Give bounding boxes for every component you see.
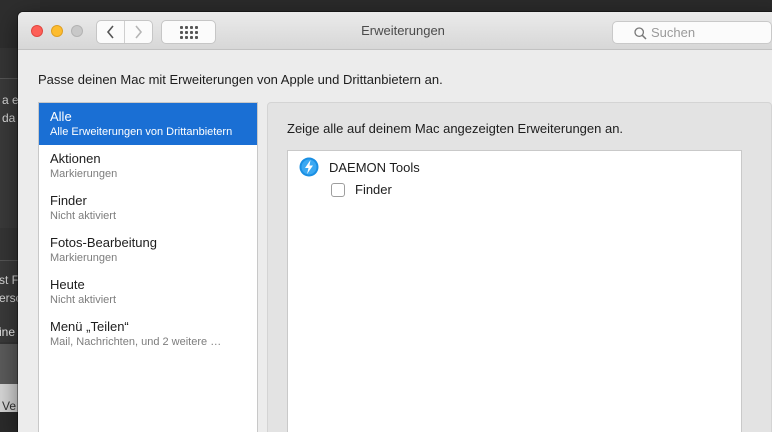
extensions-detail-panel: Zeige alle auf deinem Mac angezeigten Er… — [267, 102, 772, 432]
sidebar-item-finder[interactable]: Finder Nicht aktiviert — [39, 187, 257, 229]
sidebar-item-label: Heute — [50, 277, 85, 292]
extension-label: Finder — [355, 182, 392, 197]
extensions-list[interactable]: DAEMON Tools Finder — [287, 150, 742, 432]
extensions-preferences-window: Erweiterungen Passe deinen Mac mit Erwei… — [18, 12, 772, 432]
bg-line-1: a e — [2, 93, 19, 107]
search-field[interactable] — [612, 21, 772, 44]
sidebar-item-label: Menü „Teilen“ — [50, 319, 129, 334]
list-item: DAEMON Tools — [299, 157, 420, 177]
sidebar-item-label: Aktionen — [50, 151, 101, 166]
title-bar[interactable]: Erweiterungen — [18, 12, 772, 50]
sidebar-item-alle[interactable]: Alle Alle Erweiterungen von Drittanbiete… — [39, 103, 257, 145]
app-name: DAEMON Tools — [329, 159, 420, 175]
bg-line-5: ine — [0, 325, 16, 339]
bg-line-2: da — [2, 111, 16, 125]
page-description: Passe deinen Mac mit Erweiterungen von A… — [38, 72, 443, 87]
sidebar-item-subtitle: Nicht aktiviert — [50, 294, 117, 306]
sidebar-item-subtitle: Markierungen — [50, 168, 118, 180]
extension-row-finder[interactable]: Finder — [331, 182, 392, 197]
extension-categories-list: Alle Alle Erweiterungen von Drittanbiete… — [38, 102, 258, 432]
sidebar-item-label: Finder — [50, 193, 87, 208]
sidebar-item-subtitle: Mail, Nachrichten, und 2 weitere … — [50, 336, 222, 348]
sidebar-item-subtitle: Markierungen — [50, 252, 118, 264]
search-input[interactable] — [651, 25, 761, 40]
daemon-tools-icon — [299, 157, 319, 177]
sidebar-item-subtitle: Nicht aktiviert — [50, 210, 117, 222]
search-icon — [634, 27, 647, 40]
sidebar-item-fotos-bearbeitung[interactable]: Fotos-Bearbeitung Markierungen — [39, 229, 257, 271]
sidebar-item-aktionen[interactable]: Aktionen Markierungen — [39, 145, 257, 187]
finder-extension-checkbox[interactable] — [331, 182, 345, 197]
sidebar-item-heute[interactable]: Heute Nicht aktiviert — [39, 271, 257, 313]
panel-heading: Zeige alle auf deinem Mac angezeigten Er… — [287, 121, 624, 136]
sidebar-item-teilen[interactable]: Menü „Teilen“ Mail, Nachrichten, und 2 w… — [39, 313, 257, 355]
sidebar-item-label: Fotos-Bearbeitung — [50, 235, 157, 250]
sidebar-item-label: Alle — [50, 109, 72, 124]
sidebar-item-subtitle: Alle Erweiterungen von Drittanbietern — [50, 126, 233, 138]
bg-line-3: st F — [0, 273, 19, 287]
